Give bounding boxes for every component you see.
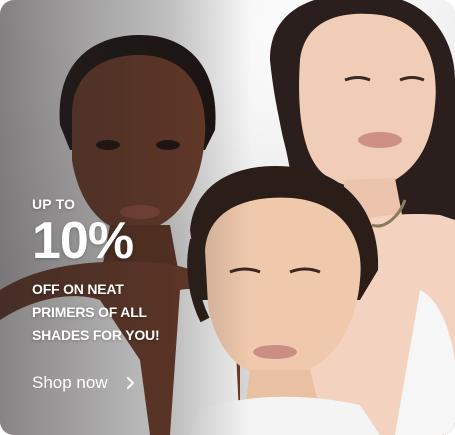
promo-description: OFF ON NEAT PRIMERS OF ALL SHADES FOR YO… (32, 281, 160, 343)
promo-card[interactable]: UP TO 10% OFF ON NEAT PRIMERS OF ALL SHA… (0, 0, 455, 435)
chevron-right-icon (124, 376, 138, 390)
promo-discount: 10% (32, 212, 134, 270)
promo-eyebrow: UP TO (32, 196, 76, 212)
promo-text-block: UP TO 10% OFF ON NEAT PRIMERS OF ALL SHA… (32, 196, 182, 347)
shop-now-label: Shop now (32, 373, 108, 392)
shop-now-link[interactable]: Shop now (32, 372, 138, 394)
